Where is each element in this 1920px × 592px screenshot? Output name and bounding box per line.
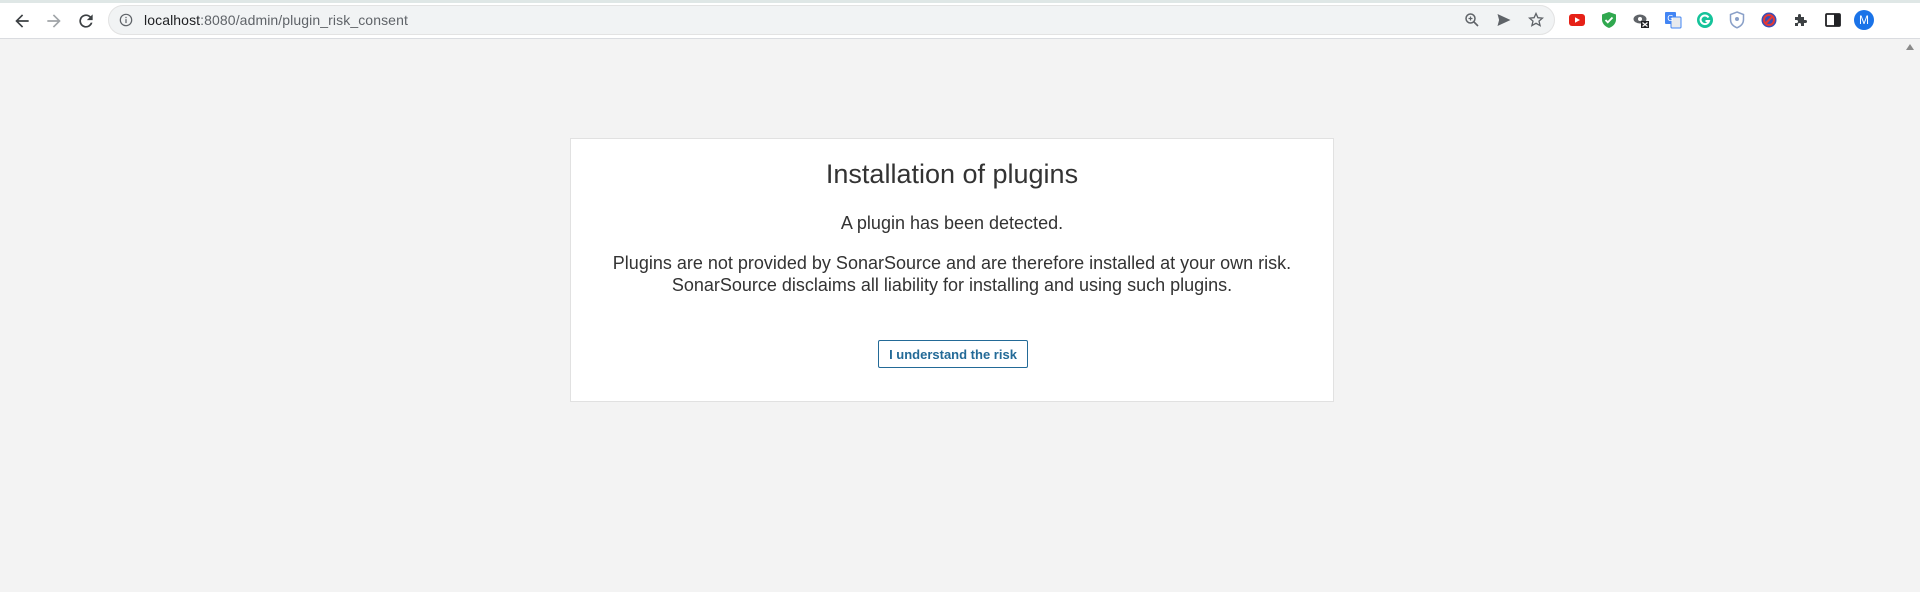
grammarly-ext-icon[interactable] (1694, 9, 1716, 31)
zoom-icon[interactable] (1461, 10, 1483, 30)
reload-icon[interactable] (72, 7, 100, 35)
back-arrow-icon[interactable] (8, 7, 36, 35)
disclaimer-line-1: Plugins are not provided by SonarSource … (612, 253, 1292, 273)
blocked-ext-icon[interactable] (1758, 9, 1780, 31)
omnibox-actions (1461, 10, 1547, 30)
privacy-shield-ext-icon[interactable] (1726, 9, 1748, 31)
scrollbar-up-arrow[interactable] (1906, 44, 1914, 50)
url-host: localhost (144, 12, 201, 28)
extensions-bar: G M (1566, 9, 1874, 31)
send-icon[interactable] (1493, 10, 1515, 30)
url-path: :8080/admin/plugin_risk_consent (200, 12, 408, 28)
svg-text:G: G (1667, 14, 1673, 23)
youtube-ext-icon[interactable] (1566, 9, 1588, 31)
translate-ext-icon[interactable]: G (1662, 9, 1684, 31)
page-title: Installation of plugins (825, 159, 1079, 189)
profile-avatar[interactable]: M (1854, 10, 1874, 30)
forward-arrow-icon[interactable] (40, 7, 68, 35)
eye-ext-icon[interactable] (1630, 9, 1652, 31)
risk-disclaimer: Plugins are not provided by SonarSource … (571, 252, 1333, 296)
side-panel-icon[interactable] (1822, 9, 1844, 31)
puzzle-icon[interactable] (1790, 9, 1812, 31)
plugin-detected-message: A plugin has been detected. (840, 213, 1064, 233)
plugin-risk-consent-panel: Installation of plugins A plugin has bee… (570, 138, 1334, 402)
browser-toolbar: localhost:8080/admin/plugin_risk_consent… (0, 0, 1920, 39)
understand-risk-button[interactable]: I understand the risk (878, 340, 1028, 368)
address-bar[interactable]: localhost:8080/admin/plugin_risk_consent (108, 5, 1555, 35)
shield-check-ext-icon[interactable] (1598, 9, 1620, 31)
url-text: localhost:8080/admin/plugin_risk_consent (144, 12, 408, 28)
bookmark-star-icon[interactable] (1525, 10, 1547, 30)
disclaimer-line-2: SonarSource disclaims all liability for … (671, 275, 1233, 295)
site-info-icon[interactable] (118, 12, 134, 28)
